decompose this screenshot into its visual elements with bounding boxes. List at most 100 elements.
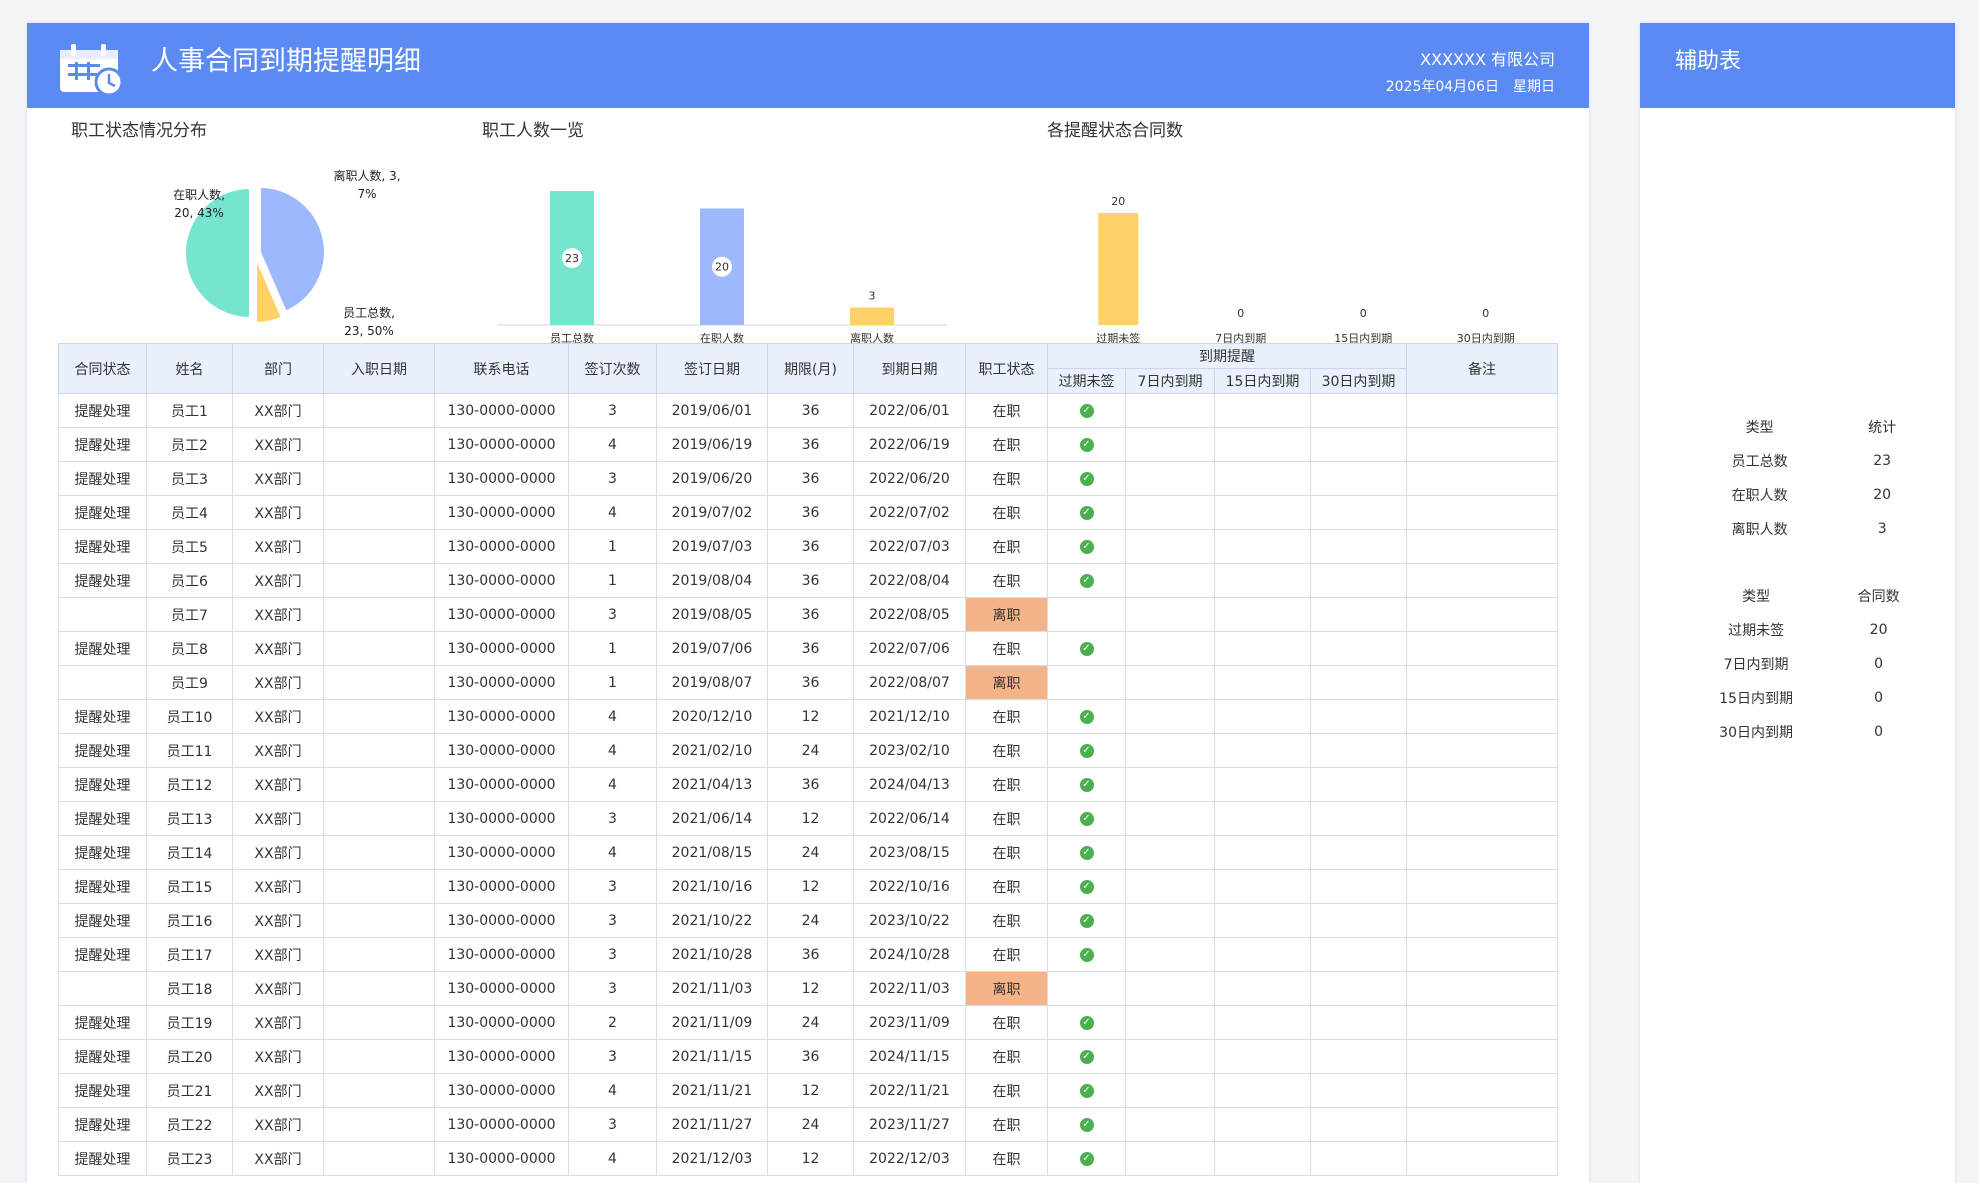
- cell-phone: 130-0000-0000: [434, 461, 569, 496]
- col-header-dept: 部门: [232, 343, 324, 394]
- cell-term: 36: [767, 529, 854, 564]
- cell-dept: XX部门: [232, 393, 324, 428]
- cell-empstat: 在职: [965, 869, 1048, 904]
- cell-times: 3: [568, 869, 657, 904]
- cell-r30: [1310, 665, 1407, 700]
- bar-chart-reminders: 20过期未签07日内到期015日内到期030日内到期: [1096, 195, 1515, 345]
- col-header-term: 期限(月): [767, 343, 854, 394]
- cell-name: 员工21: [146, 1073, 233, 1108]
- cell-r7: [1125, 597, 1215, 632]
- cell-r15: [1214, 563, 1311, 598]
- cell-note: [1406, 699, 1558, 734]
- cell-r15: [1214, 733, 1311, 768]
- cell-due: 2022/08/07: [853, 665, 966, 700]
- cell-times: 4: [568, 699, 657, 734]
- cell-times: 4: [568, 1073, 657, 1108]
- table-row: 提醒处理 员工4 XX部门 130-0000-0000 4 2019/07/02 36 202…: [58, 495, 1558, 530]
- cell-r15: [1214, 971, 1311, 1006]
- cell-sign: 2021/11/03: [656, 971, 768, 1006]
- cell-dept: XX部门: [232, 903, 324, 938]
- cell-overdue: ✓: [1047, 1005, 1126, 1040]
- cell-r15: [1214, 699, 1311, 734]
- cell-phone: 130-0000-0000: [434, 597, 569, 632]
- cell-term: 36: [767, 665, 854, 700]
- cell-name: 员工19: [146, 1005, 233, 1040]
- aux-row: 30日内到期 0: [1678, 715, 1923, 749]
- cell-dept: XX部门: [232, 1005, 324, 1040]
- cell-dept: XX部门: [232, 835, 324, 870]
- cell-overdue: ✓: [1047, 631, 1126, 666]
- cell-sign: 2019/06/01: [656, 393, 768, 428]
- cell-sign: 2019/08/04: [656, 563, 768, 598]
- cell-term: 36: [767, 563, 854, 598]
- cell-join: [323, 427, 435, 462]
- table-row: 提醒处理 员工11 XX部门 130-0000-0000 4 2021/02/10 24 20…: [58, 733, 1558, 768]
- contract-table: 合同状态 姓名 部门 入职日期 联系电话 签订次数 签订日期 期限(月) 到期日…: [58, 343, 1558, 1176]
- cell-term: 24: [767, 903, 854, 938]
- cell-times: 1: [568, 563, 657, 598]
- cell-phone: 130-0000-0000: [434, 563, 569, 598]
- cell-term: 12: [767, 971, 854, 1006]
- table-row: 提醒处理 员工16 XX部门 130-0000-0000 3 2021/10/22 24 20…: [58, 903, 1558, 938]
- cell-r30: [1310, 427, 1407, 462]
- cell-r15: [1214, 937, 1311, 972]
- col-header-due: 到期日期: [853, 343, 966, 394]
- table-row: 提醒处理 员工13 XX部门 130-0000-0000 3 2021/06/14 12 20…: [58, 801, 1558, 836]
- cell-due: 2021/12/10: [853, 699, 966, 734]
- aux-row: 在职人数 20: [1678, 478, 1923, 512]
- cell-empstat: 在职: [965, 461, 1048, 496]
- cell-due: 2023/10/22: [853, 903, 966, 938]
- cell-name: 员工3: [146, 461, 233, 496]
- cell-r30: [1310, 1141, 1407, 1176]
- cell-overdue: ✓: [1047, 937, 1126, 972]
- cell-r7: [1125, 631, 1215, 666]
- aux-cell-value: 23: [1873, 453, 1892, 469]
- table-row: 提醒处理 员工14 XX部门 130-0000-0000 4 2021/08/15 24 20…: [58, 835, 1558, 870]
- cell-dept: XX部门: [232, 529, 324, 564]
- aux-title: 辅助表: [1675, 49, 1742, 74]
- check-icon: ✓: [1079, 403, 1094, 418]
- cell-name: 员工5: [146, 529, 233, 564]
- col-header-7day: 7日内到期: [1125, 368, 1215, 394]
- cell-r30: [1310, 971, 1407, 1006]
- cell-due: 2023/11/27: [853, 1107, 966, 1142]
- cell-r7: [1125, 1073, 1215, 1108]
- aux-row: 过期未签 20: [1678, 613, 1923, 647]
- cell-sign: 2021/10/22: [656, 903, 768, 938]
- cell-times: 3: [568, 1039, 657, 1074]
- cell-dept: XX部门: [232, 937, 324, 972]
- cell-r15: [1214, 461, 1311, 496]
- cell-name: 员工12: [146, 767, 233, 802]
- cell-r15: [1214, 869, 1311, 904]
- cell-r15: [1214, 393, 1311, 428]
- cell-due: 2022/12/03: [853, 1141, 966, 1176]
- cell-dept: XX部门: [232, 971, 324, 1006]
- cell-note: [1406, 563, 1558, 598]
- cell-due: 2023/02/10: [853, 733, 966, 768]
- cell-phone: 130-0000-0000: [434, 495, 569, 530]
- col-header-phone: 联系电话: [434, 343, 569, 394]
- cell-join: [323, 1039, 435, 1074]
- cell-overdue: ✓: [1047, 529, 1126, 564]
- data-label: 0: [1237, 307, 1244, 320]
- cell-r7: [1125, 665, 1215, 700]
- cell-status: 提醒处理: [58, 733, 147, 768]
- cell-status: 提醒处理: [58, 767, 147, 802]
- cell-sign: 2021/11/09: [656, 1005, 768, 1040]
- cell-join: [323, 597, 435, 632]
- cell-name: 员工1: [146, 393, 233, 428]
- cell-due: 2024/11/15: [853, 1039, 966, 1074]
- cell-term: 36: [767, 1039, 854, 1074]
- cell-r15: [1214, 1005, 1311, 1040]
- cell-sign: 2019/07/06: [656, 631, 768, 666]
- bar-chart1-title: 职工人数一览: [482, 121, 584, 141]
- cell-empstat: 在职: [965, 529, 1048, 564]
- cell-name: 员工4: [146, 495, 233, 530]
- cell-term: 12: [767, 869, 854, 904]
- cell-r30: [1310, 461, 1407, 496]
- cell-due: 2024/04/13: [853, 767, 966, 802]
- col-header-times: 签订次数: [568, 343, 657, 394]
- cell-term: 36: [767, 937, 854, 972]
- cell-r7: [1125, 563, 1215, 598]
- table-row: 员工9 XX部门 130-0000-0000 1 2019/08/07 36 2022/08…: [58, 665, 1558, 700]
